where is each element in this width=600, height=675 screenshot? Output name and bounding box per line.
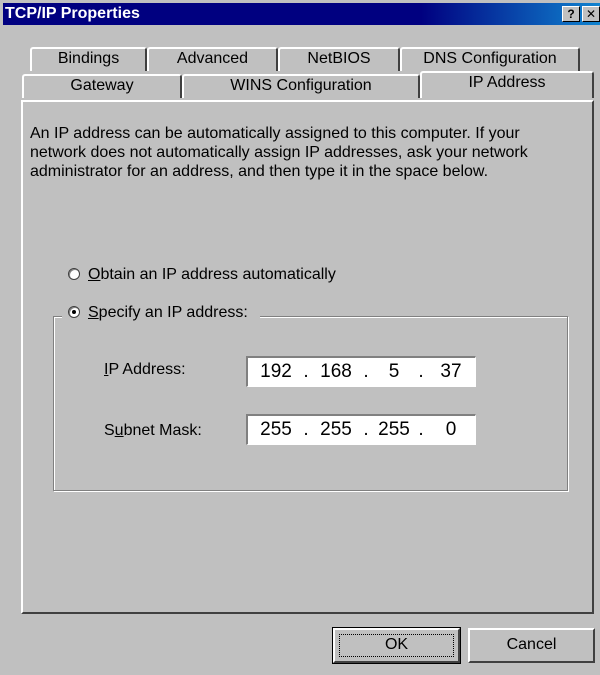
ip-address-label: IP Address: (104, 361, 186, 378)
specify-ip-groupbox (53, 316, 568, 491)
ip-separator: . (303, 361, 309, 382)
ip-address-field[interactable]: 192 . 168 . 5 . 37 (246, 356, 476, 387)
radio-obtain-automatically[interactable]: Obtain an IP address automatically (68, 266, 336, 284)
ip-octet-3[interactable]: 5 (369, 358, 419, 385)
ip-octet-4[interactable]: 37 (426, 358, 476, 385)
radio-dot (72, 309, 76, 314)
radio-specify-label: Specify an IP address: (88, 304, 248, 321)
radio-auto-label: Obtain an IP address automatically (88, 266, 336, 283)
ip-octet-1[interactable]: 192 (251, 358, 301, 385)
subnet-mask-field[interactable]: 255 . 255 . 255 . 0 (246, 414, 476, 445)
radio-button-unchecked[interactable] (68, 267, 80, 280)
ip-separator: . (418, 361, 424, 382)
panel-content: An IP address can be automatically assig… (0, 0, 600, 675)
cancel-button[interactable]: Cancel (468, 628, 595, 663)
mask-octet-1[interactable]: 255 (251, 416, 301, 443)
mask-octet-2[interactable]: 255 (311, 416, 361, 443)
ip-octet-2[interactable]: 168 (311, 358, 361, 385)
subnet-mask-label: Subnet Mask: (104, 422, 202, 439)
mask-octet-4[interactable]: 0 (426, 416, 476, 443)
ok-button[interactable]: OK (332, 627, 461, 664)
mask-separator: . (418, 419, 424, 440)
focus-rect (339, 634, 454, 657)
radio-button-checked[interactable] (68, 305, 80, 318)
description-text: An IP address can be automatically assig… (30, 125, 528, 180)
mask-octet-3[interactable]: 255 (369, 416, 419, 443)
radio-specify-ip[interactable]: Specify an IP address: (62, 304, 260, 322)
mask-separator: . (303, 419, 309, 440)
tcpip-properties-dialog: TCP/IP Properties ? ✕ Bindings Advanced … (0, 0, 600, 675)
